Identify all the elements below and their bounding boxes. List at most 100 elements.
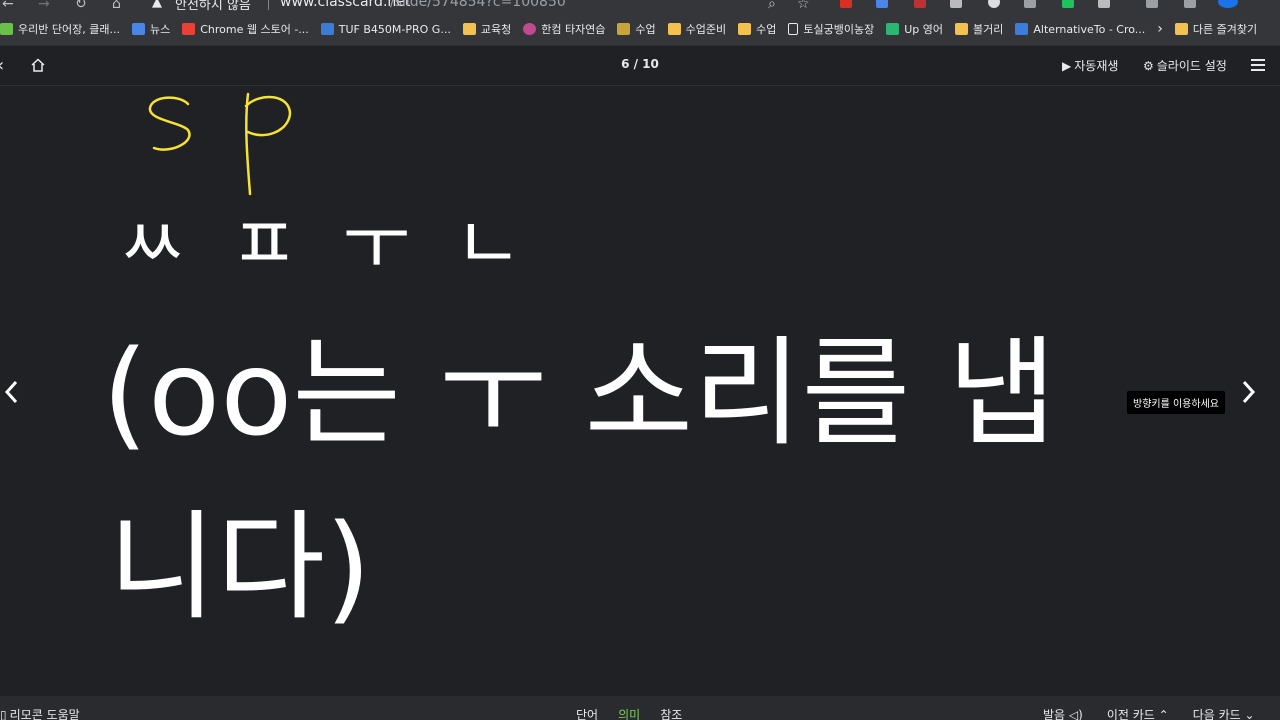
bookmark-item[interactable]: 우리반 단어장, 클래... bbox=[0, 21, 120, 37]
zoom-icon[interactable]: ⌕ bbox=[768, 0, 776, 12]
bookmark-item[interactable]: 뉴스 bbox=[131, 21, 171, 37]
next-card-button[interactable]: 다음 카드 ⌄ bbox=[1193, 706, 1255, 720]
jamo-char: ㄴ bbox=[454, 201, 525, 287]
extension-icon[interactable] bbox=[876, 0, 888, 8]
bookmark-item[interactable]: 수업 bbox=[738, 21, 776, 37]
prev-card-button[interactable]: 이전 카드 ⌃ bbox=[1107, 706, 1169, 720]
play-icon: ▶ bbox=[1062, 58, 1072, 73]
extension-icon[interactable] bbox=[1062, 0, 1074, 8]
bookmark-item[interactable]: AlternativeTo - Cro... bbox=[1015, 23, 1145, 36]
extension-icon[interactable] bbox=[1184, 0, 1196, 8]
other-bookmarks-label: 다른 즐겨찾기 bbox=[1192, 23, 1258, 36]
next-card-label: 다음 카드 bbox=[1192, 708, 1241, 720]
warning-icon[interactable]: ▲ bbox=[152, 0, 162, 10]
bookmark-label: 뉴스 bbox=[149, 23, 171, 36]
bookmark-label: TUF B450M-PRO G... bbox=[338, 22, 451, 36]
extension-icon[interactable] bbox=[1024, 0, 1036, 8]
bottom-toolbar: ▯ 리모콘 도움말 단어 의미 참조 발음 ◁) 이전 카드 ⌃ 다음 카드 ⌄ bbox=[0, 696, 1280, 720]
hamburger-menu-icon[interactable] bbox=[1251, 59, 1265, 71]
next-slide-arrow-icon[interactable] bbox=[1240, 378, 1258, 406]
other-bookmarks[interactable]: 다른 즐겨찾기 bbox=[1174, 21, 1258, 37]
extension-icon[interactable] bbox=[914, 0, 926, 8]
bookmark-item[interactable]: 한컴 타자연습 bbox=[523, 21, 605, 37]
bookmark-label: 우리반 단어장, 클래... bbox=[18, 23, 120, 36]
bookmark-label: 볼거리 bbox=[973, 23, 1004, 36]
bookmark-label: 교육청 bbox=[480, 23, 512, 36]
prev-slide-arrow-icon[interactable] bbox=[2, 378, 20, 406]
folder-icon bbox=[1174, 23, 1188, 35]
chrome-store-icon bbox=[182, 23, 196, 35]
remote-icon: ▯ bbox=[0, 708, 7, 720]
browser-home-icon[interactable]: ⌂ bbox=[112, 0, 121, 12]
autoplay-label: 자동재생 bbox=[1074, 59, 1119, 73]
bookmarks-bar: 우리반 단어장, 클래... 뉴스 Chrome 웹 스토어 -... TUF … bbox=[0, 13, 1280, 46]
gear-icon: ⚙ bbox=[1143, 58, 1154, 73]
browser-back-icon[interactable]: ← bbox=[2, 0, 14, 12]
bookmark-label: Up 영어 bbox=[904, 23, 944, 36]
chevron-down-icon: ⌄ bbox=[1240, 708, 1255, 720]
meaning-text-line1: (oo는 ㅜ 소리를 냅 bbox=[102, 324, 1057, 462]
slide-settings-button[interactable]: ⚙ 슬라이드 설정 bbox=[1143, 57, 1227, 74]
folder-icon bbox=[738, 23, 752, 35]
folder-icon bbox=[667, 23, 681, 35]
settings-label: 슬라이드 설정 bbox=[1156, 59, 1227, 73]
remote-help-label: 리모콘 도움말 bbox=[9, 708, 80, 720]
extension-icon[interactable] bbox=[950, 0, 962, 8]
slide-header: ‹ 6 / 10 ▶ 자동재생 ⚙ 슬라이드 설정 bbox=[0, 46, 1280, 86]
extension-icon[interactable] bbox=[840, 0, 852, 8]
jamo-char: ㅜ bbox=[342, 201, 413, 287]
extension-icon[interactable] bbox=[1146, 0, 1158, 8]
footer-controls: 발음 ◁) 이전 카드 ⌃ 다음 카드 ⌄ bbox=[1043, 706, 1255, 720]
bookmark-label: AlternativeTo - Cro... bbox=[1033, 22, 1146, 36]
url-path[interactable]: /slide/574854?c=100850 bbox=[390, 0, 566, 10]
bookmark-label: 수업 bbox=[635, 23, 656, 36]
bookmark-item[interactable]: 교육청 bbox=[462, 21, 512, 37]
extension-icon[interactable] bbox=[1098, 0, 1110, 8]
pronounce-label: 발음 bbox=[1043, 708, 1066, 720]
classcard-icon bbox=[0, 23, 13, 35]
chevron-right-icon[interactable]: › bbox=[1157, 21, 1163, 37]
bookmark-item[interactable]: 토실궁뱅이농장 bbox=[788, 21, 874, 37]
browser-reload-icon[interactable]: ↻ bbox=[75, 0, 87, 12]
bookmark-star-icon[interactable]: ☆ bbox=[797, 0, 810, 12]
autoplay-button[interactable]: ▶ 자동재생 bbox=[1062, 57, 1118, 74]
bookmark-label: 한컴 타자연습 bbox=[541, 23, 606, 36]
remote-help-button[interactable]: ▯ 리모콘 도움말 bbox=[0, 706, 80, 720]
url-separator bbox=[268, 0, 269, 10]
alternativeto-icon bbox=[1015, 23, 1029, 35]
tab-word[interactable]: 단어 bbox=[576, 706, 598, 720]
tuf-icon bbox=[320, 23, 334, 35]
upenglish-icon bbox=[886, 23, 900, 35]
bookmark-item[interactable]: 수업준비 bbox=[667, 21, 727, 37]
bookmark-label: Chrome 웹 스토어 -... bbox=[200, 23, 309, 36]
tab-reference[interactable]: 참조 bbox=[660, 706, 682, 720]
tab-meaning[interactable]: 의미 bbox=[618, 706, 640, 720]
bookmark-label: 수업준비 bbox=[685, 23, 727, 36]
bookmark-item[interactable]: 수업 bbox=[617, 21, 656, 37]
photo-icon bbox=[617, 23, 631, 35]
security-warning[interactable]: 안전하지 않음 bbox=[175, 0, 251, 13]
bookmark-item[interactable]: 볼거리 bbox=[955, 21, 1003, 37]
bookmark-item[interactable]: Up 영어 bbox=[886, 21, 943, 37]
arrow-key-tooltip: 방향키를 이용하세요 bbox=[1127, 391, 1225, 414]
speaker-icon: ◁) bbox=[1065, 708, 1083, 720]
prev-card-label: 이전 카드 bbox=[1106, 708, 1155, 720]
news-icon bbox=[131, 23, 145, 35]
card-side-tabs: 단어 의미 참조 bbox=[576, 706, 682, 720]
profile-icon[interactable] bbox=[1218, 0, 1238, 8]
bookmark-item[interactable]: TUF B450M-PRO G... bbox=[320, 22, 451, 36]
slide-content: ㅆㅍㅜㄴ (oo는 ㅜ 소리를 냅 니다) 방향키를 이용하세요 bbox=[0, 86, 1280, 696]
pronounce-button[interactable]: 발음 ◁) bbox=[1043, 706, 1083, 720]
browser-forward-icon[interactable]: → bbox=[38, 0, 50, 12]
extension-icon[interactable] bbox=[988, 0, 1000, 8]
folder-icon bbox=[462, 23, 476, 35]
bookmark-label: 수업 bbox=[756, 23, 777, 36]
hancom-icon bbox=[523, 23, 537, 35]
browser-address-bar: ← → ↻ ⌂ ▲ 안전하지 않음 www.classcard.net /sli… bbox=[0, 0, 1280, 13]
bookmark-item[interactable]: Chrome 웹 스토어 -... bbox=[182, 21, 309, 37]
chevron-up-icon: ⌃ bbox=[1154, 708, 1169, 720]
jamo-char: ㅆ bbox=[118, 201, 189, 287]
page-icon bbox=[788, 23, 799, 35]
bookmark-label: 토실궁뱅이농장 bbox=[803, 23, 875, 36]
folder-icon bbox=[955, 23, 969, 35]
